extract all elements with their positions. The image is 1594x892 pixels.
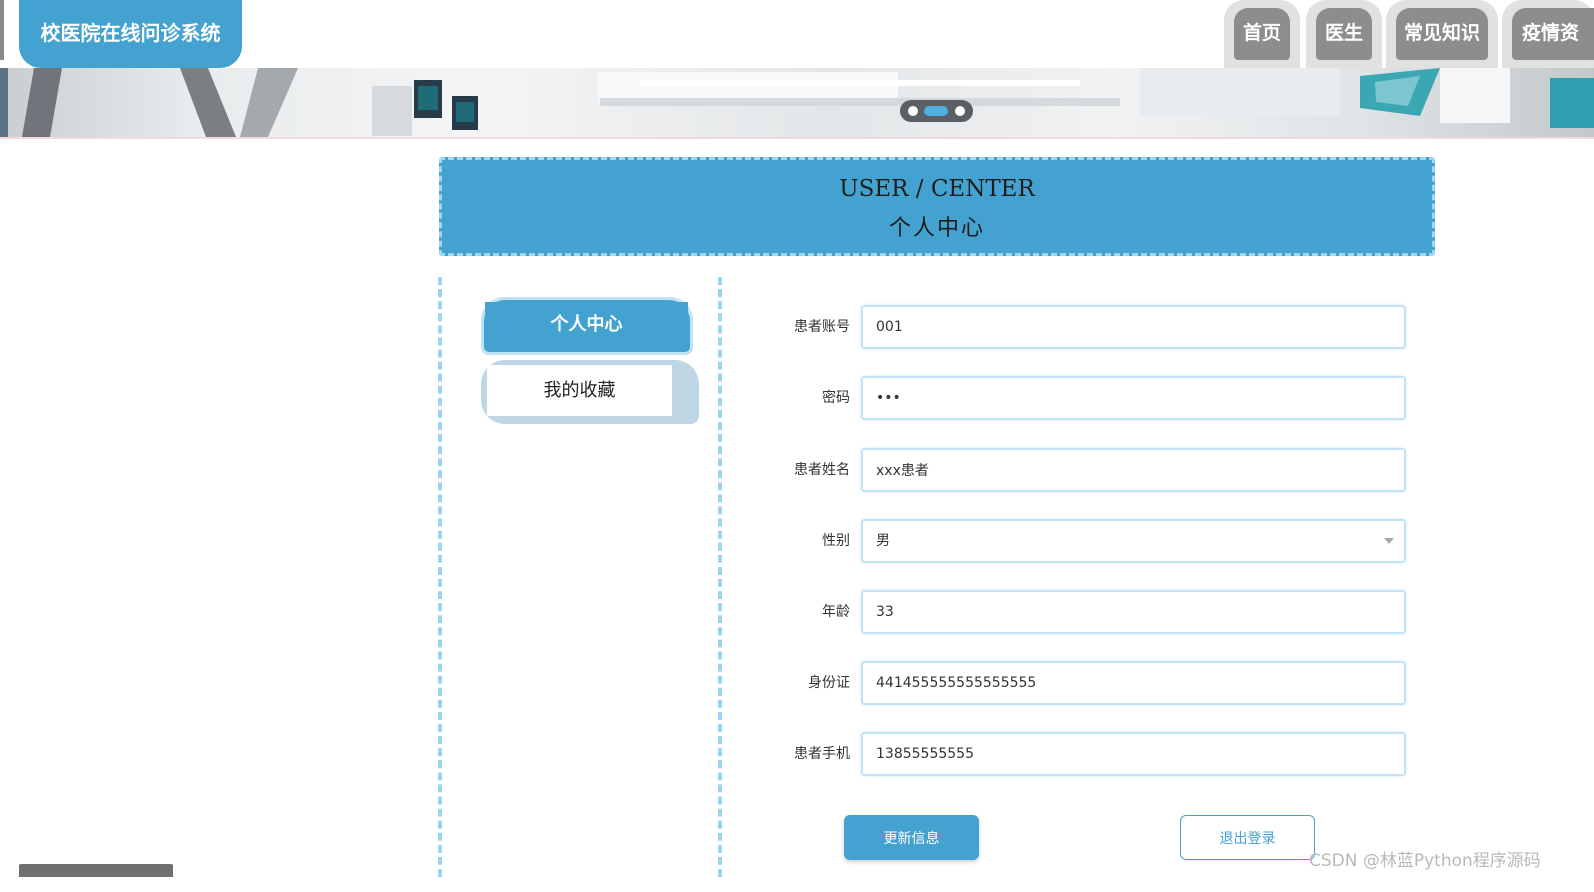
name-label: 患者姓名 [794,462,850,478]
chevron-down-icon [1384,538,1394,544]
nav-doctor[interactable]: 医生 [1306,0,1382,70]
password-row: 密码 [760,376,1406,420]
bottom-tab-edge [19,864,173,877]
hero-banner [0,68,1594,139]
nav-knowledge-label: 常见知识 [1396,8,1488,60]
nav-epidemic[interactable]: 疫情资 [1502,0,1594,70]
gender-select-value: 男 [876,533,890,549]
window-edge [0,0,4,60]
account-row: 患者账号 [760,305,1406,349]
name-row: 患者姓名 [760,448,1406,492]
banner-image [0,68,1594,137]
nav-doctor-label: 医生 [1316,8,1372,60]
password-field[interactable] [861,376,1406,420]
carousel-dot-1[interactable] [908,106,918,116]
page-title-box: USER / CENTER 个人中心 [439,157,1435,256]
gender-select[interactable]: 男 [861,519,1406,563]
sidebar-item-favorites-label: 我的收藏 [487,365,672,416]
sidebar-left-divider [438,277,442,877]
sidebar-item-user-center-label: 个人中心 [485,302,688,348]
carousel-dot-2[interactable] [924,106,948,116]
phone-field[interactable] [861,732,1406,776]
logout-button[interactable]: 退出登录 [1180,815,1315,860]
sidebar-item-favorites[interactable]: 我的收藏 [481,360,699,424]
page-title-zh: 个人中心 [888,216,985,241]
update-info-button[interactable]: 更新信息 [844,815,979,860]
carousel-indicators [900,100,973,122]
age-label: 年龄 [822,604,850,620]
nav-knowledge[interactable]: 常见知识 [1386,0,1498,70]
account-field[interactable] [861,305,1406,349]
phone-row: 患者手机 [760,732,1406,776]
age-field[interactable] [861,590,1406,634]
top-header: 校医院在线问诊系统 首页 医生 常见知识 疫情资 [0,0,1594,70]
idcard-field[interactable] [861,661,1406,705]
nav-epidemic-label: 疫情资 [1512,8,1594,60]
gender-label: 性别 [822,533,850,549]
phone-label: 患者手机 [794,746,850,762]
idcard-label: 身份证 [808,675,850,691]
site-logo[interactable]: 校医院在线问诊系统 [19,0,242,68]
sidebar-item-user-center[interactable]: 个人中心 [481,297,693,355]
age-row: 年龄 [760,590,1406,634]
sidebar-right-divider [718,277,722,877]
watermark-text: CSDN @林蓝Python程序源码 [1309,851,1541,871]
gender-row: 性别 男 [760,519,1406,563]
name-field[interactable] [861,448,1406,492]
idcard-row: 身份证 [760,661,1406,705]
carousel-dot-3[interactable] [955,106,965,116]
nav-home[interactable]: 首页 [1224,0,1300,70]
page-title-en: USER / CENTER [839,176,1035,202]
nav-home-label: 首页 [1234,8,1290,60]
password-label: 密码 [822,390,850,406]
account-label: 患者账号 [794,319,850,335]
